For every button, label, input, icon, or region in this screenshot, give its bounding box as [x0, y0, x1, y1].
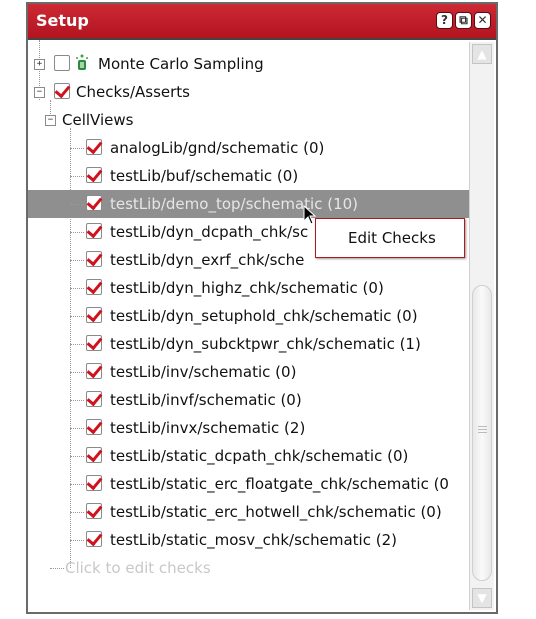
tree-guide-line: [70, 316, 84, 317]
cellview-checkbox[interactable]: [86, 419, 102, 435]
cellview-label: testLib/buf/schematic (0): [110, 167, 299, 185]
cellview-checkbox[interactable]: [86, 139, 102, 155]
monte-carlo-checkbox[interactable]: [54, 55, 70, 71]
cellview-label: testLib/dyn_exrf_chk/sche: [110, 251, 305, 269]
cellview-checkbox[interactable]: [86, 475, 102, 491]
cellview-checkbox[interactable]: [86, 223, 102, 239]
cellview-checkbox[interactable]: [86, 391, 102, 407]
tree-guide-line: [70, 400, 84, 401]
cellview-label: testLib/inv/schematic (0): [110, 363, 297, 381]
help-button[interactable]: ?: [436, 12, 453, 29]
cellview-item[interactable]: testLib/demo_top/schematic (10): [28, 190, 470, 218]
tree-guide-line: [70, 344, 84, 345]
context-menu: Edit Checks: [315, 218, 465, 258]
cellview-checkbox[interactable]: [86, 503, 102, 519]
tree-guide-line: [70, 456, 84, 457]
close-button[interactable]: ✕: [474, 12, 491, 29]
cellview-label: testLib/static_dcpath_chk/schematic (0): [110, 447, 409, 465]
tree-label: Checks/Asserts: [76, 83, 190, 101]
cellview-label: testLib/invx/schematic (2): [110, 419, 306, 437]
setup-window: Setup ? ⧉ ✕ + Monte Carlo Sampling − Che…: [26, 2, 498, 614]
cellview-checkbox[interactable]: [86, 279, 102, 295]
cellview-label: testLib/static_mosv_chk/schematic (2): [110, 531, 397, 549]
cellview-label: testLib/dyn_subcktpwr_chk/schematic (1): [110, 335, 421, 353]
cellview-item[interactable]: testLib/invf/schematic (0): [28, 386, 470, 414]
tree-row-monte-carlo[interactable]: + Monte Carlo Sampling: [28, 50, 470, 78]
tree-guide-line: [70, 260, 84, 261]
cellview-checkbox[interactable]: [86, 447, 102, 463]
tree-guide-line: [70, 512, 84, 513]
tree-guide-line: [70, 540, 84, 541]
cellview-label: testLib/static_erc_hotwell_chk/schematic…: [110, 503, 442, 521]
cellview-item[interactable]: testLib/dyn_highz_chk/schematic (0): [28, 274, 470, 302]
tree-guide-line: [70, 204, 84, 205]
cellview-checkbox[interactable]: [86, 363, 102, 379]
window-title: Setup: [36, 11, 89, 30]
cellview-label: testLib/dyn_dcpath_chk/sc: [110, 223, 309, 241]
cellview-checkbox[interactable]: [86, 167, 102, 183]
tree-label: Monte Carlo Sampling: [98, 55, 264, 73]
tree-guide-line: [70, 372, 84, 373]
cellview-label: testLib/demo_top/schematic (10): [110, 195, 359, 213]
scroll-down-button[interactable]: ▼: [472, 588, 492, 608]
grip-icon: [478, 426, 487, 435]
cellview-label: testLib/dyn_setuphold_chk/schematic (0): [110, 307, 418, 325]
cellview-checkbox[interactable]: [86, 195, 102, 211]
click-to-edit-hint[interactable]: Click to edit checks: [65, 559, 211, 577]
cellview-checkbox[interactable]: [86, 251, 102, 267]
cellview-label: testLib/dyn_highz_chk/schematic (0): [110, 279, 384, 297]
tree-guide-line: [70, 176, 84, 177]
cellview-label: testLib/invf/schematic (0): [110, 391, 302, 409]
collapse-icon[interactable]: −: [45, 115, 56, 126]
cellview-item[interactable]: testLib/invx/schematic (2): [28, 414, 470, 442]
cellview-item[interactable]: testLib/static_mosv_chk/schematic (2): [28, 526, 470, 554]
scroll-up-button[interactable]: ▲: [472, 44, 492, 64]
cellview-item[interactable]: testLib/dyn_subcktpwr_chk/schematic (1): [28, 330, 470, 358]
checks-asserts-checkbox[interactable]: [54, 83, 70, 99]
float-button[interactable]: ⧉: [455, 12, 472, 29]
tree-guide-line: [70, 428, 84, 429]
vertical-scrollbar[interactable]: ▲ ▼: [469, 42, 494, 610]
cellview-checkbox[interactable]: [86, 531, 102, 547]
setup-panel: + Monte Carlo Sampling − Checks/Asserts …: [28, 38, 496, 612]
tree-guide-line: [70, 148, 84, 149]
edit-checks-menu-item[interactable]: Edit Checks: [348, 229, 436, 247]
cellview-item[interactable]: analogLib/gnd/schematic (0): [28, 134, 470, 162]
mouse-cursor-icon: [303, 205, 317, 225]
cellview-item[interactable]: testLib/static_dcpath_chk/schematic (0): [28, 442, 470, 470]
collapse-icon[interactable]: −: [34, 87, 45, 98]
cellview-item[interactable]: testLib/buf/schematic (0): [28, 162, 470, 190]
cellview-item[interactable]: testLib/static_erc_floatgate_chk/schemat…: [28, 470, 470, 498]
tree-guide-line: [70, 288, 84, 289]
cellview-item[interactable]: testLib/inv/schematic (0): [28, 358, 470, 386]
monte-carlo-icon: [76, 54, 88, 70]
cellview-checkbox[interactable]: [86, 307, 102, 323]
scrollbar-thumb[interactable]: [472, 285, 492, 581]
cellview-item[interactable]: testLib/dyn_setuphold_chk/schematic (0): [28, 302, 470, 330]
tree-label: CellViews: [62, 111, 134, 129]
cellview-checkbox[interactable]: [86, 335, 102, 351]
tree-guide-line: [50, 568, 64, 569]
cellview-label: analogLib/gnd/schematic (0): [110, 139, 325, 157]
expand-icon[interactable]: +: [34, 59, 45, 70]
tree-row-cellviews[interactable]: − CellViews: [28, 106, 470, 134]
tree-row-checks-asserts[interactable]: − Checks/Asserts: [28, 78, 470, 106]
cellview-label: testLib/static_erc_floatgate_chk/schemat…: [110, 475, 449, 493]
cellview-item[interactable]: testLib/static_erc_hotwell_chk/schematic…: [28, 498, 470, 526]
tree-guide-line: [70, 232, 84, 233]
checks-tree: + Monte Carlo Sampling − Checks/Asserts …: [28, 40, 470, 612]
tree-guide-line: [70, 484, 84, 485]
title-bar[interactable]: Setup ? ⧉ ✕: [28, 4, 496, 39]
